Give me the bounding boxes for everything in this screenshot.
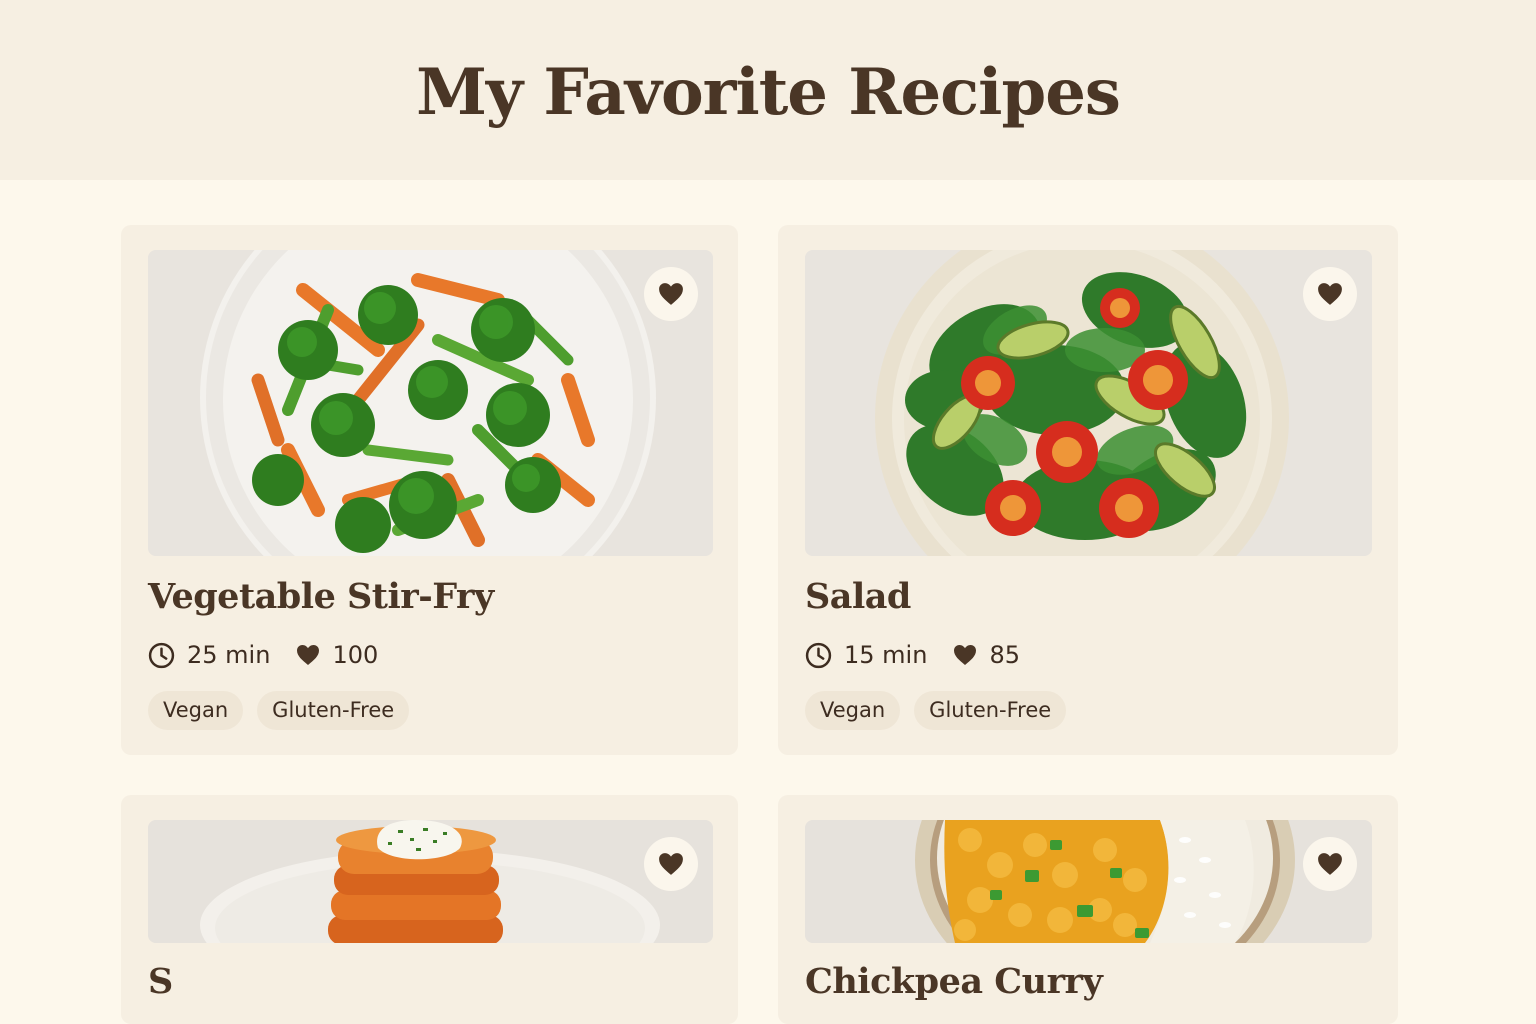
tag-vegan[interactable]: Vegan — [805, 691, 901, 730]
favorite-button[interactable] — [1303, 837, 1357, 891]
heart-icon — [1318, 853, 1342, 875]
like-count-value: 85 — [989, 641, 1020, 669]
recipe-title[interactable]: Chickpea Curry — [805, 961, 1103, 1002]
tag-gluten-free[interactable]: Gluten-Free — [257, 691, 410, 730]
recipe-title[interactable]: S — [148, 961, 173, 1002]
tag-vegan[interactable]: Vegan — [148, 691, 244, 730]
heart-icon — [954, 645, 977, 665]
like-count-value: 100 — [332, 641, 379, 669]
recipe-meta: 15 min 85 — [805, 641, 1046, 669]
recipe-card[interactable]: Chickpea Curry — [778, 795, 1398, 1024]
tag-gluten-free[interactable]: Gluten-Free — [914, 691, 1067, 730]
cook-time-value: 25 min — [187, 641, 271, 669]
cook-time: 25 min — [148, 641, 270, 669]
recipe-meta: 25 min 100 — [148, 641, 404, 669]
clock-icon — [805, 642, 832, 668]
recipe-image — [148, 250, 713, 556]
heart-icon — [297, 645, 320, 665]
cook-time-value: 15 min — [844, 641, 928, 669]
recipe-title[interactable]: Salad — [805, 576, 911, 617]
page-title: My Favorite Recipes — [416, 54, 1121, 130]
recipe-image — [805, 250, 1372, 556]
cook-time: 15 min — [805, 641, 927, 669]
recipe-tags: Vegan Gluten-Free — [148, 691, 423, 730]
recipe-image — [148, 820, 713, 943]
heart-icon — [659, 283, 683, 305]
clock-icon — [148, 642, 175, 668]
recipe-tags: Vegan Gluten-Free — [805, 691, 1080, 730]
heart-icon — [659, 853, 683, 875]
recipe-card[interactable]: Vegetable Stir-Fry 25 min 100 Vegan Glut… — [121, 225, 738, 755]
heart-icon — [1318, 283, 1342, 305]
recipe-card[interactable]: S — [121, 795, 738, 1024]
page-header: My Favorite Recipes — [0, 0, 1536, 180]
recipe-image — [805, 820, 1372, 943]
recipe-card[interactable]: Salad 15 min 85 Vegan Gluten-Free — [778, 225, 1398, 755]
like-count: 100 — [296, 641, 378, 669]
favorite-button[interactable] — [644, 837, 698, 891]
favorite-button[interactable] — [1303, 267, 1357, 321]
favorite-button[interactable] — [644, 267, 698, 321]
recipe-title[interactable]: Vegetable Stir-Fry — [148, 576, 494, 617]
like-count: 85 — [953, 641, 1020, 669]
